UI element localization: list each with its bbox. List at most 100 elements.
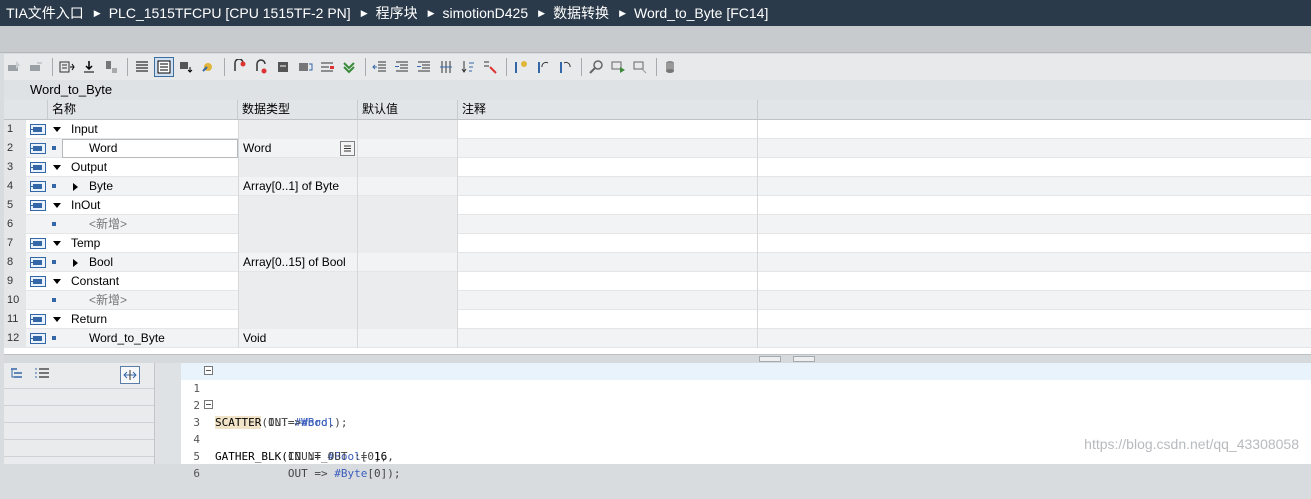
data-type-cell[interactable]: Array[0..1] of Byte (238, 177, 358, 196)
import-icon[interactable] (176, 57, 196, 77)
search-icon[interactable] (586, 57, 606, 77)
close-branch-icon[interactable] (251, 57, 271, 77)
variable-name[interactable]: Bool (89, 253, 113, 272)
comment-cell[interactable] (458, 120, 758, 139)
table-row[interactable]: 4 Byte Array[0..1] of Byte (4, 177, 1311, 196)
variable-name[interactable]: Byte (89, 177, 113, 196)
table-row[interactable]: 10 <新增> (4, 291, 1311, 310)
table-row[interactable]: 5 InOut (4, 196, 1311, 215)
table-row[interactable]: 3 Output (4, 158, 1311, 177)
data-type-cell[interactable] (238, 120, 358, 139)
table-row[interactable]: 2 Word Word (4, 139, 1311, 158)
breadcrumb-item-folder[interactable]: simotionD425 (443, 5, 529, 21)
comment-cell[interactable] (458, 310, 758, 329)
variable-name[interactable]: Word (89, 139, 117, 158)
splitter-up-button[interactable] (759, 356, 781, 362)
default-value-cell[interactable] (358, 139, 458, 158)
comment-cell[interactable] (458, 272, 758, 291)
database-icon[interactable] (661, 57, 681, 77)
collapse-arrow-icon[interactable] (53, 127, 61, 132)
monitor-icon[interactable] (101, 57, 121, 77)
default-value-cell[interactable] (358, 120, 458, 139)
comment-cell[interactable] (458, 196, 758, 215)
list-tree-icon[interactable] (34, 367, 50, 384)
compile-icon[interactable] (339, 57, 359, 77)
column-header-type[interactable]: 数据类型 (238, 100, 358, 119)
variable-name[interactable]: Word_to_Byte (89, 329, 165, 348)
comment-cell[interactable] (458, 215, 758, 234)
insert-box-icon[interactable] (273, 57, 293, 77)
data-type-cell[interactable] (238, 272, 358, 291)
code-line[interactable]: 2 OUT=>#Bool); (181, 380, 1311, 429)
expand-arrow-icon[interactable] (73, 183, 78, 191)
collapse-arrow-icon[interactable] (53, 203, 61, 208)
breadcrumb-item-project[interactable]: TIA文件入口 (6, 3, 84, 23)
comment-cell[interactable] (458, 139, 758, 158)
outdent-icon[interactable] (414, 57, 434, 77)
table-row[interactable]: 1 Input (4, 120, 1311, 139)
settings-icon[interactable] (198, 57, 218, 77)
collapse-arrow-icon[interactable] (53, 317, 61, 322)
insert-network-icon[interactable] (4, 57, 24, 77)
sort-icon[interactable] (458, 57, 478, 77)
default-value-cell[interactable] (358, 215, 458, 234)
fold-toggle-icon[interactable] (204, 400, 213, 409)
code-line[interactable]: 1 SCATTER(IN:=#Word, (181, 363, 1311, 429)
insert-contact-icon[interactable] (295, 57, 315, 77)
monitor-off-icon[interactable] (630, 57, 650, 77)
table-row[interactable]: 8 Bool Array[0..15] of Bool (4, 253, 1311, 272)
comment-cell[interactable] (458, 177, 758, 196)
fold-toggle-icon[interactable] (204, 366, 213, 375)
comment-cell[interactable] (458, 253, 758, 272)
default-value-cell[interactable] (358, 234, 458, 253)
toggle-panel-button[interactable] (120, 366, 140, 384)
add-new-placeholder[interactable]: <新增> (89, 291, 127, 310)
collapse-arrow-icon[interactable] (53, 165, 61, 170)
bookmark-icon[interactable] (480, 57, 500, 77)
tree-view-icon[interactable] (10, 367, 26, 384)
default-value-cell[interactable] (358, 158, 458, 177)
add-bookmark-icon[interactable] (511, 57, 531, 77)
breadcrumb-item-subfolder[interactable]: 数据转换 (553, 3, 609, 23)
expand-arrow-icon[interactable] (73, 259, 78, 267)
default-value-cell[interactable] (358, 272, 458, 291)
open-branch-icon[interactable] (229, 57, 249, 77)
table-row[interactable]: 9 Constant (4, 272, 1311, 291)
download-arrow-icon[interactable] (79, 57, 99, 77)
next-bookmark-icon[interactable] (555, 57, 575, 77)
list-view-icon[interactable] (132, 57, 152, 77)
interface-view-icon[interactable] (154, 57, 174, 77)
collapse-arrow-icon[interactable] (53, 279, 61, 284)
comment-cell[interactable] (458, 158, 758, 177)
insert-row-icon[interactable] (57, 57, 77, 77)
monitor-on-icon[interactable] (608, 57, 628, 77)
table-row[interactable]: 11 Return (4, 310, 1311, 329)
comment-cell[interactable] (458, 291, 758, 310)
table-row[interactable]: 6 <新增> (4, 215, 1311, 234)
default-value-cell[interactable] (358, 196, 458, 215)
code-line[interactable]: 3 GATHER_BLK(IN := #Bool[0], (181, 397, 1311, 463)
code-line[interactable]: 4 COUNT_OUT := 16, (181, 414, 1311, 463)
default-value-cell[interactable] (358, 310, 458, 329)
indent-left-icon[interactable] (370, 57, 390, 77)
breadcrumb-item-plc[interactable]: PLC_1515TFCPU [CPU 1515TF-2 PN] (109, 5, 351, 21)
delete-network-icon[interactable] (26, 57, 46, 77)
data-type-cell[interactable]: Void (238, 329, 358, 348)
indent-right-icon[interactable] (392, 57, 412, 77)
breadcrumb-item-program-blocks[interactable]: 程序块 (376, 3, 418, 23)
splitter-down-button[interactable] (793, 356, 815, 362)
comment-cell[interactable] (458, 234, 758, 253)
prev-bookmark-icon[interactable] (533, 57, 553, 77)
comment-cell[interactable] (458, 329, 758, 348)
collapse-arrow-icon[interactable] (53, 241, 61, 246)
type-picker-button[interactable] (340, 141, 355, 156)
data-type-cell[interactable] (238, 196, 358, 215)
column-header-comment[interactable]: 注释 (458, 100, 758, 119)
data-type-cell[interactable] (238, 291, 358, 310)
table-row[interactable]: 7 Temp (4, 234, 1311, 253)
table-row[interactable]: 12 Word_to_Byte Void (4, 329, 1311, 348)
default-value-cell[interactable] (358, 329, 458, 348)
data-type-cell[interactable] (238, 234, 358, 253)
default-value-cell[interactable] (358, 291, 458, 310)
default-value-cell[interactable] (358, 177, 458, 196)
